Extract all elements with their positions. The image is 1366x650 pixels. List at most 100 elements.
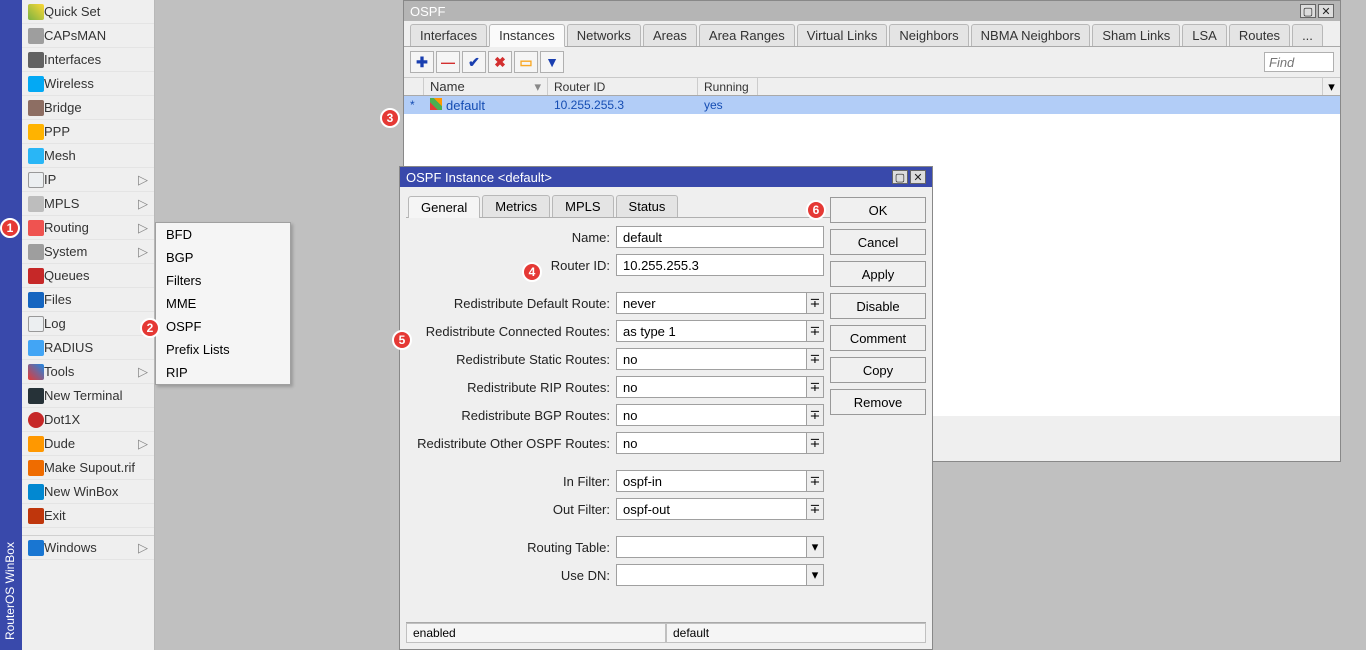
remove-button[interactable]: — bbox=[436, 51, 460, 73]
tab-routes[interactable]: Routes bbox=[1229, 24, 1290, 46]
disable-button[interactable]: ✖ bbox=[488, 51, 512, 73]
ok-button[interactable]: OK bbox=[830, 197, 926, 223]
disable-button[interactable]: Disable bbox=[830, 293, 926, 319]
comment-button[interactable]: Comment bbox=[830, 325, 926, 351]
instance-icon bbox=[430, 98, 442, 110]
instance-titlebar[interactable]: OSPF Instance <default> ▢ ✕ bbox=[400, 167, 932, 187]
tab-neighbors[interactable]: Neighbors bbox=[889, 24, 968, 46]
dropdown-arrow-icon[interactable]: ∓ bbox=[806, 320, 824, 342]
submenu-item-bfd[interactable]: BFD bbox=[156, 223, 290, 246]
name-field[interactable]: default bbox=[616, 226, 824, 248]
tab-nbma-neighbors[interactable]: NBMA Neighbors bbox=[971, 24, 1091, 46]
sidebar-item-dot1x[interactable]: Dot1X bbox=[22, 408, 154, 432]
redist-rip-select[interactable]: no bbox=[616, 376, 806, 398]
find-input[interactable] bbox=[1264, 52, 1334, 72]
tab-general[interactable]: General bbox=[408, 196, 480, 218]
sidebar-item-capsman[interactable]: CAPsMAN bbox=[22, 24, 154, 48]
sidebar-item-routing[interactable]: Routing▷ bbox=[22, 216, 154, 240]
dropdown-arrow-icon[interactable]: ∓ bbox=[806, 292, 824, 314]
close-button[interactable]: ✕ bbox=[910, 170, 926, 184]
close-button[interactable]: ✕ bbox=[1318, 4, 1334, 18]
copy-button[interactable]: Copy bbox=[830, 357, 926, 383]
remove-button[interactable]: Remove bbox=[830, 389, 926, 415]
dropdown-arrow-icon[interactable]: ∓ bbox=[806, 348, 824, 370]
sidebar-item-mesh[interactable]: Mesh bbox=[22, 144, 154, 168]
sidebar-item-queues[interactable]: Queues bbox=[22, 264, 154, 288]
submenu-item-mme[interactable]: MME bbox=[156, 292, 290, 315]
router-id-field[interactable]: 10.255.255.3 bbox=[616, 254, 824, 276]
sidebar-item-windows[interactable]: Windows▷ bbox=[22, 536, 154, 560]
sidebar-item-log[interactable]: Log bbox=[22, 312, 154, 336]
minimize-button[interactable]: ▢ bbox=[1300, 4, 1316, 18]
tab-metrics[interactable]: Metrics bbox=[482, 195, 550, 217]
dropdown-arrow-icon[interactable]: ∓ bbox=[806, 432, 824, 454]
routing-table-select[interactable] bbox=[616, 536, 806, 558]
use-dn-select[interactable] bbox=[616, 564, 806, 586]
sidebar-item-files[interactable]: Files bbox=[22, 288, 154, 312]
col-running[interactable]: Running bbox=[698, 78, 758, 95]
sidebar-item-new-winbox[interactable]: New WinBox bbox=[22, 480, 154, 504]
col-name[interactable]: Name▾ bbox=[424, 78, 548, 95]
sidebar-item-bridge[interactable]: Bridge bbox=[22, 96, 154, 120]
tab-areas[interactable]: Areas bbox=[643, 24, 697, 46]
ospf-titlebar[interactable]: OSPF ▢ ✕ bbox=[404, 1, 1340, 21]
dropdown-arrow-icon[interactable]: ∓ bbox=[806, 470, 824, 492]
filter-button[interactable]: ▼ bbox=[540, 51, 564, 73]
tab-interfaces[interactable]: Interfaces bbox=[410, 24, 487, 46]
tab-status[interactable]: Status bbox=[616, 195, 679, 217]
submenu-item-ospf[interactable]: OSPF bbox=[156, 315, 290, 338]
redist-bgp-select[interactable]: no bbox=[616, 404, 806, 426]
label-routing-table: Routing Table: bbox=[412, 540, 616, 555]
status-default: default bbox=[666, 623, 926, 643]
col-flag[interactable] bbox=[404, 78, 424, 95]
sidebar-item-tools[interactable]: Tools▷ bbox=[22, 360, 154, 384]
apply-button[interactable]: Apply bbox=[830, 261, 926, 287]
minimize-button[interactable]: ▢ bbox=[892, 170, 908, 184]
add-button[interactable]: ✚ bbox=[410, 51, 434, 73]
in-filter-select[interactable]: ospf-in bbox=[616, 470, 806, 492]
sidebar-item-interfaces[interactable]: Interfaces bbox=[22, 48, 154, 72]
tab-more[interactable]: ... bbox=[1292, 24, 1323, 46]
redist-static-select[interactable]: no bbox=[616, 348, 806, 370]
comment-button[interactable]: ▭ bbox=[514, 51, 538, 73]
tab-instances[interactable]: Instances bbox=[489, 24, 565, 47]
sidebar-item-ppp[interactable]: PPP bbox=[22, 120, 154, 144]
dropdown-arrow-icon[interactable]: ∓ bbox=[806, 376, 824, 398]
sidebar-item-dude[interactable]: Dude▷ bbox=[22, 432, 154, 456]
sidebar-item-exit[interactable]: Exit bbox=[22, 504, 154, 528]
sidebar-item-system[interactable]: System▷ bbox=[22, 240, 154, 264]
tab-virtual-links[interactable]: Virtual Links bbox=[797, 24, 888, 46]
submenu-item-prefix-lists[interactable]: Prefix Lists bbox=[156, 338, 290, 361]
sidebar-item-ip[interactable]: IP▷ bbox=[22, 168, 154, 192]
dropdown-arrow-icon[interactable]: ∓ bbox=[806, 404, 824, 426]
columns-menu-button[interactable]: ▾ bbox=[1322, 78, 1340, 95]
sidebar-item-radius[interactable]: RADIUS bbox=[22, 336, 154, 360]
dropdown-arrow-icon[interactable]: ∓ bbox=[806, 498, 824, 520]
submenu-item-rip[interactable]: RIP bbox=[156, 361, 290, 384]
table-row[interactable]: * default 10.255.255.3 yes bbox=[404, 96, 1340, 114]
tab-lsa[interactable]: LSA bbox=[1182, 24, 1227, 46]
col-router-id[interactable]: Router ID bbox=[548, 78, 698, 95]
ospf-toolbar: ✚ — ✔ ✖ ▭ ▼ bbox=[404, 47, 1340, 78]
tab-area-ranges[interactable]: Area Ranges bbox=[699, 24, 795, 46]
sidebar-item-supout[interactable]: Make Supout.rif bbox=[22, 456, 154, 480]
redist-other-ospf-select[interactable]: no bbox=[616, 432, 806, 454]
submenu-item-bgp[interactable]: BGP bbox=[156, 246, 290, 269]
enable-button[interactable]: ✔ bbox=[462, 51, 486, 73]
step-badge-4: 4 bbox=[522, 262, 542, 282]
label-redist-rip: Redistribute RIP Routes: bbox=[412, 380, 616, 395]
cancel-button[interactable]: Cancel bbox=[830, 229, 926, 255]
sidebar-item-quick-set[interactable]: Quick Set bbox=[22, 0, 154, 24]
submenu-item-filters[interactable]: Filters bbox=[156, 269, 290, 292]
tab-mpls[interactable]: MPLS bbox=[552, 195, 613, 217]
out-filter-select[interactable]: ospf-out bbox=[616, 498, 806, 520]
dropdown-arrow-icon[interactable]: ▾ bbox=[806, 564, 824, 586]
dropdown-arrow-icon[interactable]: ▾ bbox=[806, 536, 824, 558]
redist-connected-select[interactable]: as type 1 bbox=[616, 320, 806, 342]
sidebar-item-wireless[interactable]: Wireless bbox=[22, 72, 154, 96]
redist-default-select[interactable]: never bbox=[616, 292, 806, 314]
tab-sham-links[interactable]: Sham Links bbox=[1092, 24, 1180, 46]
sidebar-item-new-terminal[interactable]: New Terminal bbox=[22, 384, 154, 408]
sidebar-item-mpls[interactable]: MPLS▷ bbox=[22, 192, 154, 216]
tab-networks[interactable]: Networks bbox=[567, 24, 641, 46]
